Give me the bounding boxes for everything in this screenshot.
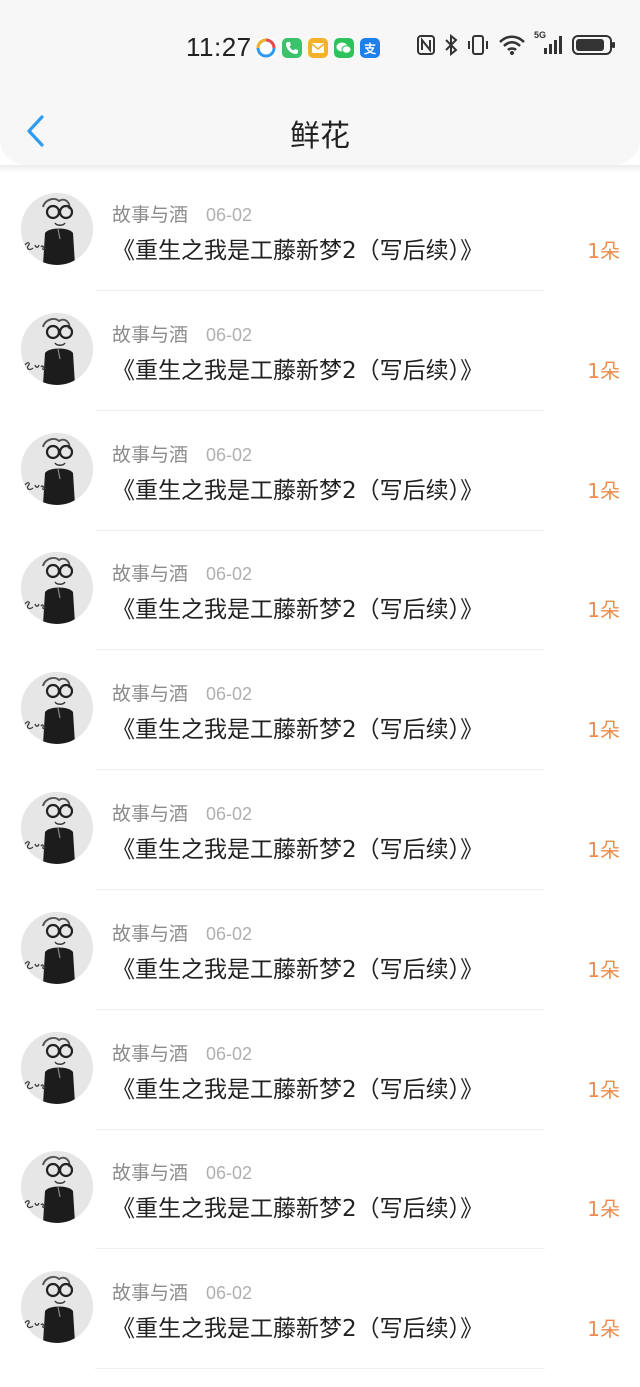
book-title[interactable]: 《重生之我是工藤新梦2（写后续）》: [112, 231, 483, 265]
avatar[interactable]: [21, 911, 93, 984]
item-header: 故事与酒 06-02: [112, 440, 252, 467]
book-title[interactable]: 《重生之我是工藤新梦2（写后续）》: [112, 1070, 483, 1104]
system-icons: 5G: [416, 30, 616, 56]
book-title[interactable]: 《重生之我是工藤新梦2（写后续）》: [112, 950, 483, 984]
wifi-icon: [498, 34, 526, 56]
author-name[interactable]: 故事与酒: [112, 1039, 188, 1066]
item-date: 06-02: [206, 444, 253, 465]
list-item[interactable]: 故事与酒 06-02 《重生之我是工藤新梦2（写后续）》 1朵: [0, 650, 640, 771]
nav-bar: 鲜花: [0, 95, 640, 165]
avatar[interactable]: [21, 1151, 93, 1224]
list-item[interactable]: 故事与酒 06-02 《重生之我是工藤新梦2（写后续）》 1朵: [0, 291, 640, 411]
author-name[interactable]: 故事与酒: [112, 440, 188, 467]
avatar[interactable]: [21, 432, 93, 505]
item-date: 06-02: [206, 324, 253, 345]
avatar[interactable]: [21, 1031, 93, 1104]
vibrate-icon: [466, 34, 490, 56]
list-item[interactable]: 故事与酒 06-02 《重生之我是工藤新梦2（写后续）》 1朵: [0, 171, 640, 291]
flower-count: 1朵: [587, 837, 620, 862]
author-name[interactable]: 故事与酒: [112, 200, 188, 227]
flower-count: 1朵: [587, 598, 620, 623]
flower-count: 1朵: [587, 1197, 620, 1222]
list-item[interactable]: 故事与酒 06-02 《重生之我是工藤新梦2（写后续）》 1朵: [0, 1249, 640, 1370]
item-header: 故事与酒 06-02: [112, 559, 252, 586]
item-date: 06-02: [206, 684, 253, 705]
author-name[interactable]: 故事与酒: [112, 679, 188, 706]
notification-app-icons: 支: [256, 38, 380, 58]
avatar[interactable]: [21, 193, 93, 265]
author-name[interactable]: 故事与酒: [112, 559, 188, 586]
item-date: 06-02: [206, 1283, 253, 1304]
item-header: 故事与酒 06-02: [112, 1278, 252, 1305]
flower-list: 故事与酒 06-02 《重生之我是工藤新梦2（写后续）》 1朵 故事与酒 06-…: [0, 171, 640, 1370]
author-name[interactable]: 故事与酒: [112, 919, 188, 946]
list-item[interactable]: 故事与酒 06-02 《重生之我是工藤新梦2（写后续）》 1朵: [0, 1129, 640, 1250]
flower-count: 1朵: [587, 1317, 620, 1342]
signal-icon: 5G: [534, 30, 564, 56]
book-title[interactable]: 《重生之我是工藤新梦2（写后续）》: [112, 351, 483, 385]
list-item[interactable]: 故事与酒 06-02 《重生之我是工藤新梦2（写后续）》 1朵: [0, 411, 640, 531]
browser-app-icon: [256, 38, 276, 58]
item-date: 06-02: [206, 923, 253, 944]
author-name[interactable]: 故事与酒: [112, 320, 188, 347]
list-item[interactable]: 故事与酒 06-02 《重生之我是工藤新梦2（写后续）》 1朵: [0, 890, 640, 1010]
network-type-label: 5G: [534, 30, 547, 40]
flower-count: 1朵: [587, 239, 620, 263]
flower-count: 1朵: [587, 358, 620, 383]
book-title[interactable]: 《重生之我是工藤新梦2（写后续）》: [112, 590, 483, 624]
status-time: 11:27: [186, 32, 252, 62]
book-title[interactable]: 《重生之我是工藤新梦2（写后续）》: [112, 830, 483, 864]
avatar[interactable]: [21, 312, 93, 385]
item-date: 06-02: [206, 564, 253, 585]
list-item[interactable]: 故事与酒 06-02 《重生之我是工藤新梦2（写后续）》 1朵: [0, 770, 640, 890]
battery-icon: [572, 34, 616, 56]
avatar[interactable]: [21, 1271, 93, 1344]
avatar[interactable]: [21, 552, 93, 625]
item-header: 故事与酒 06-02: [112, 799, 252, 826]
item-header: 故事与酒 06-02: [112, 919, 252, 946]
flower-count: 1朵: [587, 478, 620, 503]
wechat-app-icon: [334, 38, 354, 58]
avatar[interactable]: [21, 672, 93, 745]
item-header: 故事与酒 06-02: [112, 320, 252, 347]
author-name[interactable]: 故事与酒: [112, 1278, 188, 1305]
bluetooth-icon: [444, 34, 458, 56]
item-header: 故事与酒 06-02: [112, 1039, 252, 1066]
book-title[interactable]: 《重生之我是工藤新梦2（写后续）》: [112, 710, 483, 744]
flower-count: 1朵: [587, 1077, 620, 1102]
item-header: 故事与酒 06-02: [112, 679, 252, 706]
item-date: 06-02: [206, 1163, 253, 1184]
mail-app-icon: [308, 38, 328, 58]
phone-app-icon: [282, 38, 302, 58]
alipay-app-icon: 支: [360, 38, 380, 58]
nfc-icon: [416, 34, 436, 56]
book-title[interactable]: 《重生之我是工藤新梦2（写后续）》: [112, 1189, 483, 1223]
item-date: 06-02: [206, 1043, 253, 1064]
status-bar: 11:27 支 5G: [0, 0, 640, 95]
flower-count: 1朵: [587, 718, 620, 743]
list-item[interactable]: 故事与酒 06-02 《重生之我是工藤新梦2（写后续）》 1朵: [0, 1010, 640, 1130]
item-header: 故事与酒 06-02: [112, 1158, 252, 1185]
avatar[interactable]: [21, 791, 93, 864]
author-name[interactable]: 故事与酒: [112, 1158, 188, 1185]
item-header: 故事与酒 06-02: [112, 200, 252, 227]
list-item[interactable]: 故事与酒 06-02 《重生之我是工藤新梦2（写后续）》 1朵: [0, 530, 640, 651]
item-date: 06-02: [206, 205, 253, 225]
row-divider: [95, 1368, 545, 1370]
flower-count: 1朵: [587, 957, 620, 982]
page-title: 鲜花: [290, 119, 350, 154]
book-title[interactable]: 《重生之我是工藤新梦2（写后续）》: [112, 1309, 483, 1343]
item-date: 06-02: [206, 803, 253, 824]
author-name[interactable]: 故事与酒: [112, 799, 188, 826]
book-title[interactable]: 《重生之我是工藤新梦2（写后续）》: [112, 471, 483, 505]
